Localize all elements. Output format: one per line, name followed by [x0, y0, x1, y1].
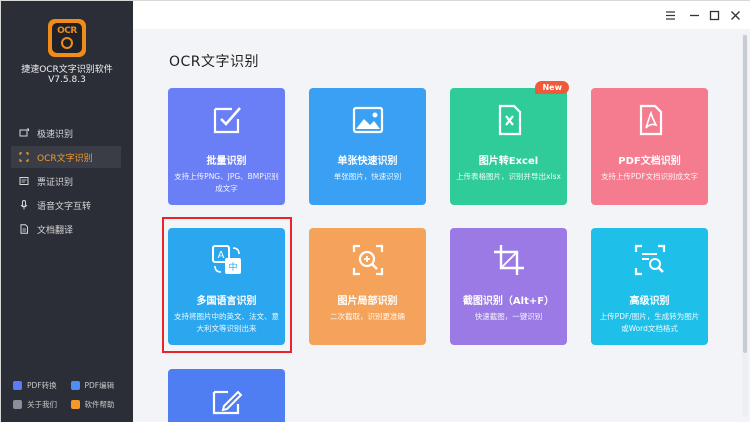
minimize-icon	[689, 14, 699, 16]
card-advanced-recognition[interactable]: 高级识别 上传PDF/图片，生成转为图片或Word文档格式	[591, 228, 708, 345]
card-image-to-excel[interactable]: New 图片转Excel 上传表格图片，识别并导出xlsx	[450, 81, 569, 205]
crop-icon	[450, 243, 567, 277]
image-icon	[309, 103, 426, 137]
card-title: 图片局部识别	[337, 296, 398, 307]
checkbox-edit-icon	[168, 103, 285, 137]
sidebar-item-speech[interactable]: 语音文字互转	[11, 194, 121, 216]
minimize-button[interactable]	[687, 8, 701, 22]
screen-rotate-icon	[19, 128, 29, 138]
new-badge: New	[535, 81, 569, 94]
sidebar-item-ticket[interactable]: 票证识别	[11, 170, 121, 192]
card-title: 高级识别	[629, 296, 670, 307]
app-logo: OCR	[48, 19, 86, 57]
help-icon	[70, 399, 80, 409]
svg-text:A: A	[217, 250, 224, 261]
menu-button[interactable]	[663, 8, 677, 22]
card-desc: 上传表格图片，识别并导出xlsx	[456, 172, 561, 181]
sidebar-item-ocr[interactable]: OCR文字识别	[11, 146, 121, 168]
sidebar-item-fast-recognition[interactable]: 极速识别	[11, 122, 121, 144]
bottom-links: PDF转换 PDF编辑 关于我们 软件帮助	[13, 377, 128, 415]
menu-icon	[665, 10, 675, 20]
card-more[interactable]	[168, 369, 285, 422]
excel-file-icon	[450, 103, 567, 137]
sidebar-item-label: 语音文字互转	[37, 201, 92, 212]
about-link[interactable]: 关于我们	[13, 399, 71, 410]
sidebar-item-label: 极速识别	[37, 129, 74, 140]
pdf-file-icon	[591, 103, 708, 137]
svg-text:中: 中	[228, 261, 237, 273]
document-icon	[19, 224, 29, 234]
sidebar-nav: 极速识别 OCR文字识别 票证识别 语音文字互转 文档翻译	[11, 122, 121, 242]
close-button[interactable]	[728, 8, 742, 22]
card-desc: 单张图片，快速识别	[333, 172, 402, 181]
sidebar-item-label: 票证识别	[37, 177, 74, 188]
ticket-icon	[19, 176, 29, 186]
card-desc: 二次截取，识别更准确	[330, 312, 405, 321]
document-search-icon	[591, 243, 708, 277]
maximize-button[interactable]	[707, 8, 721, 22]
page-title: OCR文字识别	[169, 54, 260, 70]
card-desc: 快速截图，一键识别	[474, 312, 543, 321]
close-icon	[730, 10, 740, 20]
card-title: 截图识别（Alt+F）	[462, 296, 555, 307]
card-title: 图片转Excel	[478, 156, 539, 167]
maximize-icon	[709, 10, 719, 20]
edit-document-icon	[168, 384, 285, 418]
card-desc: 支持上传PDF文档识别成文字	[600, 172, 699, 181]
pdf-edit-icon	[70, 380, 80, 390]
info-icon	[13, 399, 22, 409]
translate-icon: A中	[168, 243, 285, 277]
card-desc: 上传PDF/图片，生成转为图片或Word文档格式	[599, 312, 700, 333]
sidebar: OCR 捷速OCR文字识别软件 V7.5.8.3 极速识别 OCR文字识别 票证…	[1, 1, 133, 422]
card-title: 单张快速识别	[337, 156, 398, 167]
zoom-in-icon	[309, 243, 426, 277]
app-window: OCR 捷速OCR文字识别软件 V7.5.8.3 极速识别 OCR文字识别 票证…	[0, 0, 750, 422]
pdf-edit-link[interactable]: PDF编辑	[70, 380, 129, 391]
logo-ring-icon	[61, 37, 73, 49]
app-name: 捷速OCR文字识别软件	[21, 65, 113, 75]
card-partial-recognition[interactable]: 图片局部识别 二次截取，识别更准确	[309, 228, 426, 345]
card-title: PDF文档识别	[618, 156, 681, 167]
card-desc: 支持上传PNG、JPG、BMP识别成文字	[174, 172, 279, 193]
scan-icon	[19, 152, 29, 162]
sidebar-item-label: 文档翻译	[37, 225, 74, 236]
scrollbar-thumb[interactable]	[743, 35, 747, 353]
card-screenshot-recognition[interactable]: 截图识别（Alt+F） 快速截图，一键识别	[450, 228, 567, 345]
help-link[interactable]: 软件帮助	[70, 399, 129, 410]
logo-text: OCR	[57, 26, 77, 36]
card-single-recognition[interactable]: 单张快速识别 单张图片，快速识别	[309, 88, 426, 205]
pdf-convert-icon	[13, 380, 22, 390]
main-content: OCR文字识别 批量识别 支持上传PNG、JPG、BMP识别成文字 单张快速识别…	[133, 29, 750, 422]
card-desc: 支持将图片中的英文、法文、意大利文等识别出来	[174, 312, 279, 333]
card-title: 批量识别	[206, 156, 247, 167]
card-multilanguage-recognition[interactable]: A中 多国语言识别 支持将图片中的英文、法文、意大利文等识别出来	[168, 228, 285, 345]
sidebar-item-label: OCR文字识别	[37, 153, 93, 164]
window-titlebar	[133, 1, 750, 29]
pdf-convert-link[interactable]: PDF转换	[13, 380, 71, 391]
microphone-icon	[19, 200, 29, 210]
sidebar-item-translate[interactable]: 文档翻译	[11, 218, 121, 240]
card-pdf-recognition[interactable]: PDF文档识别 支持上传PDF文档识别成文字	[591, 88, 708, 205]
card-title: 多国语言识别	[196, 296, 257, 307]
card-batch-recognition[interactable]: 批量识别 支持上传PNG、JPG、BMP识别成文字	[168, 88, 285, 205]
app-version: V7.5.8.3	[48, 75, 86, 85]
